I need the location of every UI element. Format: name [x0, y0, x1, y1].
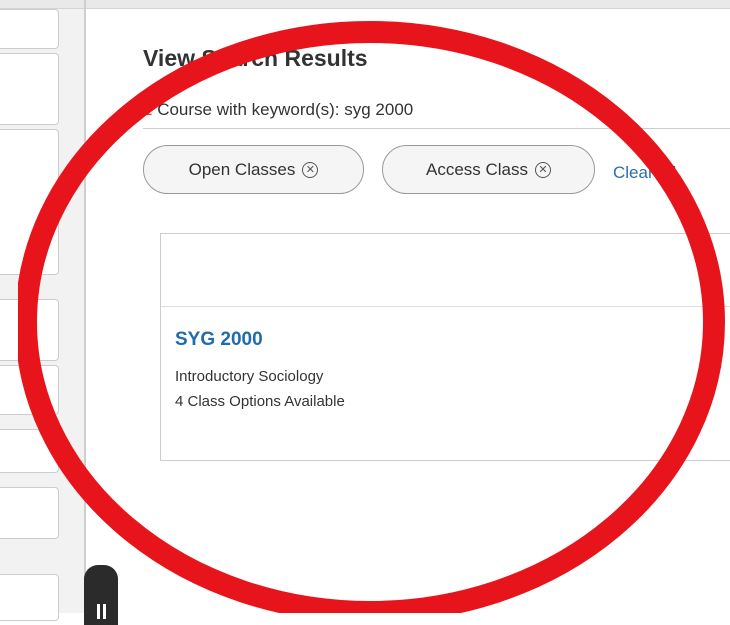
sidebar-panel[interactable]	[0, 129, 59, 275]
course-title: Introductory Sociology	[175, 368, 324, 385]
sidebar-panel[interactable]	[0, 299, 59, 361]
close-circle-icon[interactable]: ✕	[535, 161, 552, 178]
sidebar-panel[interactable]	[0, 487, 59, 539]
filter-chip-label: Open Classes	[188, 159, 296, 179]
filter-chip-open-classes[interactable]: Open Classes ✕	[143, 145, 364, 194]
left-sidebar	[0, 9, 84, 621]
divider	[143, 128, 730, 129]
sidebar-panel[interactable]	[0, 429, 59, 473]
filter-chip-access-class[interactable]: Access Class ✕	[382, 145, 595, 194]
result-summary: 1 Course with keyword(s): syg 2000	[143, 100, 413, 120]
clear-all-link[interactable]: Clear All	[613, 163, 676, 183]
main-content: View Search Results 1 Course with keywor…	[86, 9, 730, 613]
sidebar-panel[interactable]	[0, 365, 59, 415]
browser-top-bar	[0, 0, 730, 9]
course-code-link[interactable]: SYG 2000	[175, 329, 263, 351]
results-card-header	[161, 234, 730, 307]
close-circle-icon[interactable]: ✕	[302, 161, 319, 178]
filter-chip-label: Access Class	[425, 159, 529, 179]
result-summary-text: Course with keyword(s): syg 2000	[152, 100, 414, 119]
sidebar-panel[interactable]	[0, 9, 59, 49]
sidebar-panel[interactable]	[0, 53, 59, 125]
page-title: View Search Results	[143, 45, 368, 71]
class-options-count: 4 Class Options Available	[175, 393, 345, 410]
results-card: SYG 2000 Introductory Sociology 4 Class …	[160, 233, 730, 461]
sidebar-panel[interactable]	[0, 574, 59, 621]
